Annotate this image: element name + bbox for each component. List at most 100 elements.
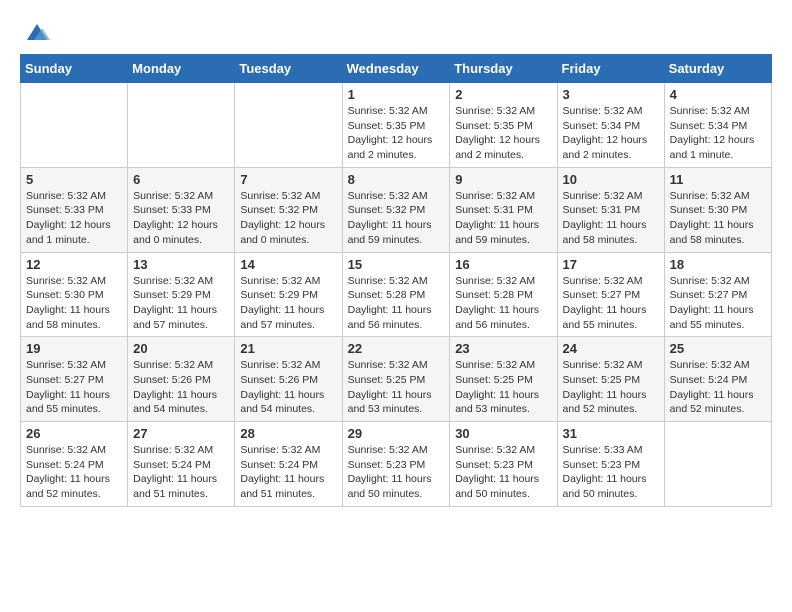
day-info: Sunrise: 5:32 AMSunset: 5:34 PMDaylight:…	[563, 104, 659, 163]
calendar-cell: 16 Sunrise: 5:32 AMSunset: 5:28 PMDayligh…	[450, 252, 557, 337]
calendar-cell: 25Sunrise: 5:32 AMSunset: 5:24 PMDayligh…	[664, 337, 771, 422]
day-info: Sunrise: 5:33 AMSunset: 5:23 PMDaylight:…	[563, 443, 659, 502]
calendar-cell: 8 Sunrise: 5:32 AMSunset: 5:32 PMDaylight…	[342, 167, 450, 252]
day-number: 1	[348, 87, 445, 102]
calendar-week-row: 26 Sunrise: 5:32 AMSunset: 5:24 PMDayligh…	[21, 422, 772, 507]
day-info: Sunrise: 5:32 AMSunset: 5:27 PMDaylight:…	[563, 274, 659, 333]
day-info: Sunrise: 5:32 AMSunset: 5:29 PMDaylight:…	[133, 274, 229, 333]
day-of-week-header: Monday	[128, 55, 235, 83]
day-of-week-header: Sunday	[21, 55, 128, 83]
day-info: Sunrise: 5:32 AMSunset: 5:23 PMDaylight:…	[455, 443, 551, 502]
day-number: 8	[348, 172, 445, 187]
calendar-header-row: SundayMondayTuesdayWednesdayThursdayFrid…	[21, 55, 772, 83]
day-info: Sunrise: 5:32 AMSunset: 5:27 PMDaylight:…	[670, 274, 766, 333]
day-of-week-header: Thursday	[450, 55, 557, 83]
day-number: 17	[563, 257, 659, 272]
day-number: 31	[563, 426, 659, 441]
calendar-cell: 5 Sunrise: 5:32 AMSunset: 5:33 PMDaylight…	[21, 167, 128, 252]
calendar-cell: 11Sunrise: 5:32 AMSunset: 5:30 PMDayligh…	[664, 167, 771, 252]
day-number: 10	[563, 172, 659, 187]
day-number: 29	[348, 426, 445, 441]
day-info: Sunrise: 5:32 AMSunset: 5:25 PMDaylight:…	[455, 358, 551, 417]
calendar-cell	[128, 83, 235, 168]
logo-icon	[22, 20, 52, 44]
calendar-cell: 29 Sunrise: 5:32 AMSunset: 5:23 PMDayligh…	[342, 422, 450, 507]
day-info: Sunrise: 5:32 AMSunset: 5:24 PMDaylight:…	[26, 443, 122, 502]
day-of-week-header: Friday	[557, 55, 664, 83]
calendar-cell: 28 Sunrise: 5:32 AMSunset: 5:24 PMDayligh…	[235, 422, 342, 507]
calendar-cell: 27Sunrise: 5:32 AMSunset: 5:24 PMDayligh…	[128, 422, 235, 507]
day-info: Sunrise: 5:32 AMSunset: 5:26 PMDaylight:…	[133, 358, 229, 417]
calendar-cell: 1 Sunrise: 5:32 AMSunset: 5:35 PMDaylight…	[342, 83, 450, 168]
day-number: 14	[240, 257, 336, 272]
day-info: Sunrise: 5:32 AMSunset: 5:30 PMDaylight:…	[26, 274, 122, 333]
day-info: Sunrise: 5:32 AMSunset: 5:31 PMDaylight:…	[455, 189, 551, 248]
day-number: 18	[670, 257, 766, 272]
day-info: Sunrise: 5:32 AMSunset: 5:24 PMDaylight:…	[240, 443, 336, 502]
day-number: 28	[240, 426, 336, 441]
day-info: Sunrise: 5:32 AMSunset: 5:34 PMDaylight:…	[670, 104, 766, 163]
day-number: 11	[670, 172, 766, 187]
day-number: 30	[455, 426, 551, 441]
day-info: Sunrise: 5:32 AMSunset: 5:33 PMDaylight:…	[133, 189, 229, 248]
day-number: 26	[26, 426, 122, 441]
calendar-cell: 20 Sunrise: 5:32 AMSunset: 5:26 PMDayligh…	[128, 337, 235, 422]
day-info: Sunrise: 5:32 AMSunset: 5:25 PMDaylight:…	[348, 358, 445, 417]
day-info: Sunrise: 5:32 AMSunset: 5:27 PMDaylight:…	[26, 358, 122, 417]
day-info: Sunrise: 5:32 AMSunset: 5:35 PMDaylight:…	[348, 104, 445, 163]
calendar-week-row: 19 Sunrise: 5:32 AMSunset: 5:27 PMDayligh…	[21, 337, 772, 422]
day-number: 5	[26, 172, 122, 187]
day-info: Sunrise: 5:32 AMSunset: 5:26 PMDaylight:…	[240, 358, 336, 417]
day-info: Sunrise: 5:32 AMSunset: 5:24 PMDaylight:…	[670, 358, 766, 417]
calendar-cell	[21, 83, 128, 168]
calendar-cell	[664, 422, 771, 507]
day-info: Sunrise: 5:32 AMSunset: 5:33 PMDaylight:…	[26, 189, 122, 248]
day-number: 21	[240, 341, 336, 356]
day-info: Sunrise: 5:32 AMSunset: 5:32 PMDaylight:…	[348, 189, 445, 248]
calendar-week-row: 12Sunrise: 5:32 AMSunset: 5:30 PMDayligh…	[21, 252, 772, 337]
day-number: 24	[563, 341, 659, 356]
day-info: Sunrise: 5:32 AMSunset: 5:23 PMDaylight:…	[348, 443, 445, 502]
calendar-cell: 21 Sunrise: 5:32 AMSunset: 5:26 PMDayligh…	[235, 337, 342, 422]
day-number: 20	[133, 341, 229, 356]
calendar-week-row: 5 Sunrise: 5:32 AMSunset: 5:33 PMDaylight…	[21, 167, 772, 252]
day-number: 4	[670, 87, 766, 102]
day-number: 7	[240, 172, 336, 187]
day-info: Sunrise: 5:32 AMSunset: 5:31 PMDaylight:…	[563, 189, 659, 248]
page-header	[20, 20, 772, 44]
day-number: 23	[455, 341, 551, 356]
day-number: 15	[348, 257, 445, 272]
day-info: Sunrise: 5:32 AMSunset: 5:28 PMDaylight:…	[455, 274, 551, 333]
day-number: 6	[133, 172, 229, 187]
calendar-cell: 12Sunrise: 5:32 AMSunset: 5:30 PMDayligh…	[21, 252, 128, 337]
calendar-cell: 7Sunrise: 5:32 AMSunset: 5:32 PMDaylight…	[235, 167, 342, 252]
calendar-cell: 14 Sunrise: 5:32 AMSunset: 5:29 PMDayligh…	[235, 252, 342, 337]
calendar-cell: 9 Sunrise: 5:32 AMSunset: 5:31 PMDaylight…	[450, 167, 557, 252]
calendar-cell	[235, 83, 342, 168]
calendar-cell: 19 Sunrise: 5:32 AMSunset: 5:27 PMDayligh…	[21, 337, 128, 422]
calendar-cell: 24 Sunrise: 5:32 AMSunset: 5:25 PMDayligh…	[557, 337, 664, 422]
calendar-cell: 4 Sunrise: 5:32 AMSunset: 5:34 PMDaylight…	[664, 83, 771, 168]
calendar-table: SundayMondayTuesdayWednesdayThursdayFrid…	[20, 54, 772, 507]
day-info: Sunrise: 5:32 AMSunset: 5:29 PMDaylight:…	[240, 274, 336, 333]
day-number: 13	[133, 257, 229, 272]
day-number: 2	[455, 87, 551, 102]
calendar-cell: 3 Sunrise: 5:32 AMSunset: 5:34 PMDaylight…	[557, 83, 664, 168]
day-number: 3	[563, 87, 659, 102]
day-of-week-header: Tuesday	[235, 55, 342, 83]
day-number: 9	[455, 172, 551, 187]
day-number: 16	[455, 257, 551, 272]
calendar-cell: 30 Sunrise: 5:32 AMSunset: 5:23 PMDayligh…	[450, 422, 557, 507]
day-number: 19	[26, 341, 122, 356]
logo	[20, 20, 52, 44]
calendar-cell: 10 Sunrise: 5:32 AMSunset: 5:31 PMDayligh…	[557, 167, 664, 252]
day-info: Sunrise: 5:32 AMSunset: 5:28 PMDaylight:…	[348, 274, 445, 333]
calendar-cell: 6 Sunrise: 5:32 AMSunset: 5:33 PMDaylight…	[128, 167, 235, 252]
day-info: Sunrise: 5:32 AMSunset: 5:25 PMDaylight:…	[563, 358, 659, 417]
day-of-week-header: Saturday	[664, 55, 771, 83]
day-of-week-header: Wednesday	[342, 55, 450, 83]
day-info: Sunrise: 5:32 AMSunset: 5:35 PMDaylight:…	[455, 104, 551, 163]
calendar-cell: 15 Sunrise: 5:32 AMSunset: 5:28 PMDayligh…	[342, 252, 450, 337]
calendar-cell: 22 Sunrise: 5:32 AMSunset: 5:25 PMDayligh…	[342, 337, 450, 422]
day-number: 22	[348, 341, 445, 356]
